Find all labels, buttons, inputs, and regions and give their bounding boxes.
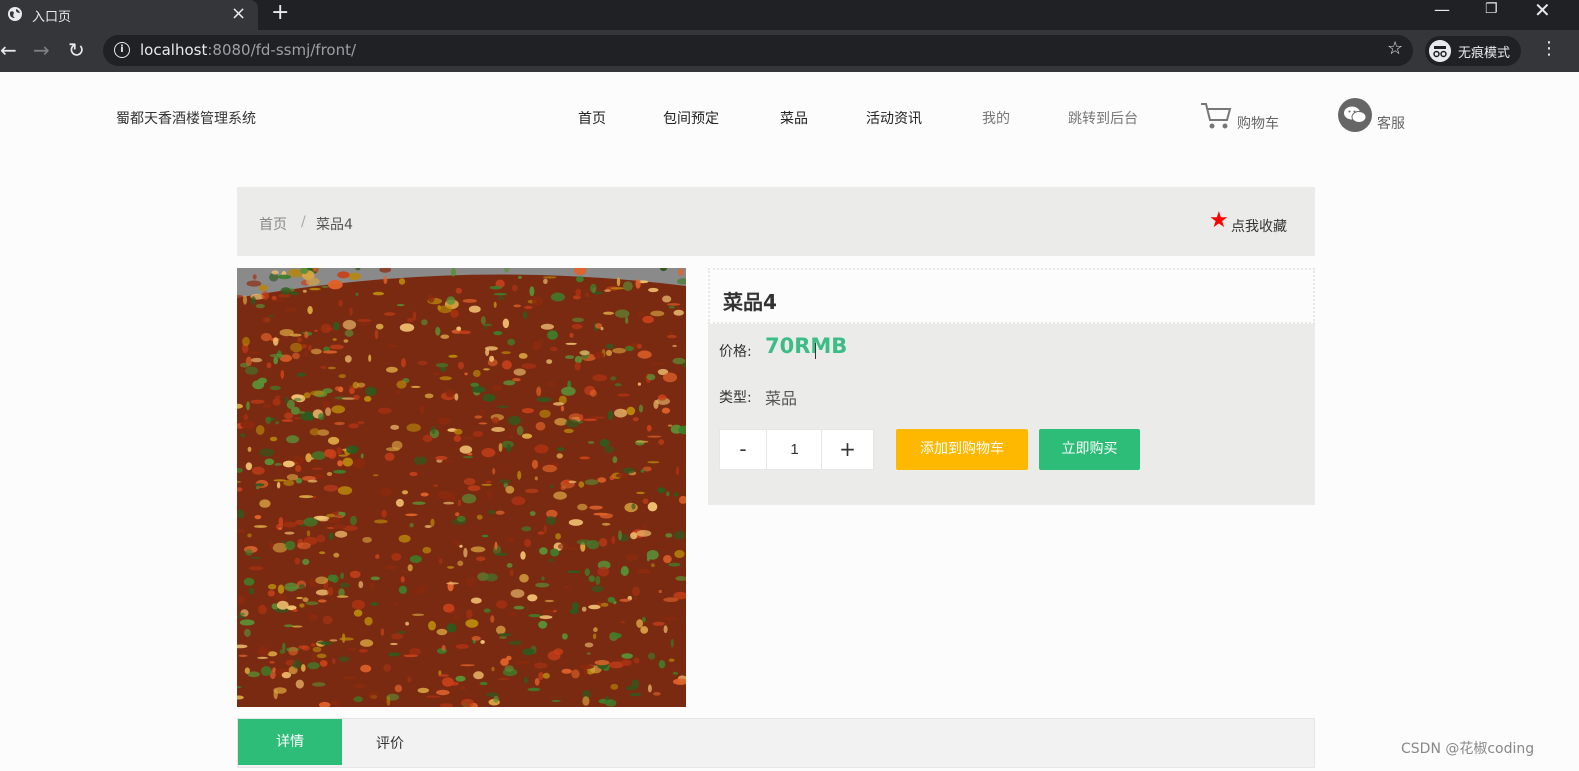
nav-home[interactable]: 首页 — [578, 108, 606, 128]
price-label: 价格: — [719, 344, 752, 360]
quantity-decrease-button[interactable]: - — [719, 429, 767, 470]
reload-icon[interactable]: ↻ — [68, 38, 85, 62]
close-icon[interactable]: × — [231, 3, 246, 24]
address-bar[interactable]: i localhost:8080/fd-ssmj/front/ ☆ — [103, 35, 1413, 66]
browser-tab[interactable]: 入口页 × — [0, 0, 258, 30]
product-title: 菜品4 — [723, 290, 777, 314]
breadcrumb-separator: / — [301, 214, 306, 230]
favorite-star-icon[interactable]: ★ — [1209, 208, 1229, 233]
site-name: 蜀都天香酒楼管理系统 — [116, 111, 256, 127]
browser-tab-strip: 入口页 × + — ❐ ✕ — [0, 0, 1579, 30]
incognito-badge[interactable]: 无痕模式 — [1425, 36, 1521, 66]
restore-icon[interactable]: ❐ — [1485, 1, 1498, 17]
back-icon[interactable]: ← — [0, 38, 17, 62]
product-image — [237, 268, 686, 707]
breadcrumb-home[interactable]: 首页 — [259, 214, 287, 234]
watermark: CSDN @花椒coding — [1401, 741, 1535, 757]
incognito-label: 无痕模式 — [1458, 46, 1511, 61]
menu-icon[interactable]: ⋮ — [1540, 38, 1558, 59]
nav-mine[interactable]: 我的 — [982, 108, 1010, 128]
nav-dishes[interactable]: 菜品 — [780, 108, 808, 128]
quantity-increase-button[interactable]: + — [821, 429, 874, 470]
tab-title: 入口页 — [32, 10, 72, 25]
type-value: 菜品 — [765, 389, 798, 408]
nav-admin[interactable]: 跳转到后台 — [1068, 108, 1138, 128]
breadcrumb-current: 菜品4 — [316, 217, 353, 233]
favorite-button[interactable]: 点我收藏 — [1231, 216, 1287, 236]
product-info-panel: 菜品4 价格: 70RMB 类型: 菜品 - + 添加到购物车 立即购买 — [708, 268, 1315, 505]
tab-review[interactable]: 评价 — [376, 733, 404, 753]
info-icon[interactable]: i — [114, 42, 130, 58]
buy-now-button[interactable]: 立即购买 — [1039, 429, 1140, 470]
nav-room-booking[interactable]: 包间预定 — [663, 108, 719, 128]
browser-toolbar: ← → ↻ i localhost:8080/fd-ssmj/front/ ☆ … — [0, 30, 1579, 72]
quantity-input[interactable] — [767, 429, 822, 470]
url-text[interactable]: localhost:8080/fd-ssmj/front/ — [140, 41, 356, 59]
service-label[interactable]: 客服 — [1377, 113, 1405, 133]
text-cursor — [815, 343, 816, 359]
star-icon[interactable]: ☆ — [1387, 38, 1403, 59]
tab-detail[interactable]: 详情 — [238, 719, 342, 765]
detail-tabs: 详情 评价 — [237, 718, 1315, 768]
cart-icon[interactable] — [1199, 100, 1233, 132]
globe-icon — [8, 7, 22, 21]
forward-icon[interactable]: → — [33, 38, 50, 62]
add-to-cart-button[interactable]: 添加到购物车 — [896, 429, 1028, 470]
breadcrumb: 首页 / 菜品4 ★ 点我收藏 — [237, 187, 1315, 256]
plus-icon[interactable]: + — [271, 0, 289, 25]
price-value: 70RMB — [765, 334, 848, 358]
nav-news[interactable]: 活动资讯 — [866, 108, 922, 128]
wechat-icon[interactable] — [1338, 98, 1372, 132]
type-label: 类型: — [719, 390, 752, 406]
window-close-icon[interactable]: ✕ — [1534, 0, 1551, 22]
cart-label[interactable]: 购物车 — [1237, 113, 1279, 133]
minimize-icon[interactable]: — — [1434, 0, 1450, 19]
product-title-box: 菜品4 — [708, 268, 1315, 324]
incognito-icon — [1429, 40, 1451, 62]
